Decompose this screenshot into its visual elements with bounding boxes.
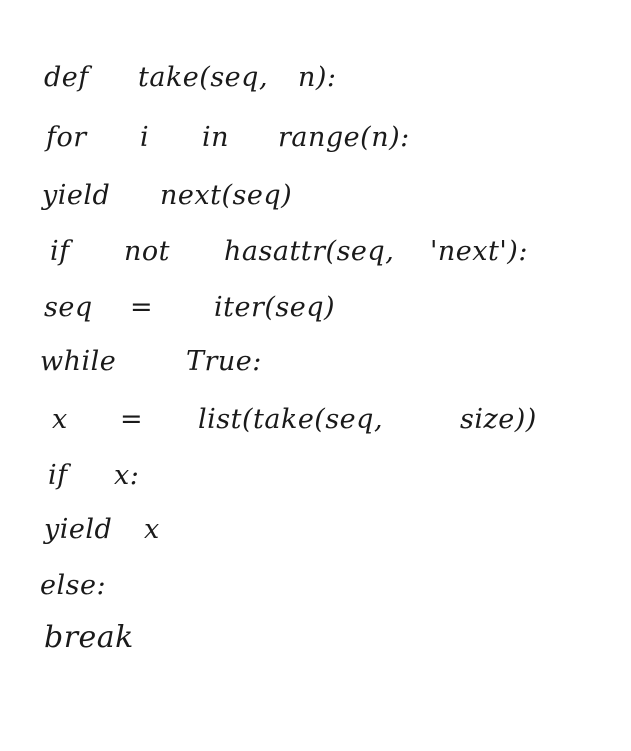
code-token: =: [120, 404, 144, 435]
handwritten-code-page: def take(seq, n): for i in range(n): yie…: [0, 0, 631, 751]
code-token: while: [40, 346, 117, 377]
code-line-4: if not hasattr(seq, 'next'):: [0, 232, 527, 272]
code-line-7: x = list(take(seq, size)): [0, 400, 536, 440]
code-line-2: for i in range(n):: [0, 118, 409, 158]
code-line-9: yield x: [0, 510, 159, 550]
code-token: range(n):: [278, 122, 410, 153]
code-line-5: seq = iter(seq): [0, 288, 335, 328]
code-token: not: [124, 236, 170, 267]
code-token: if: [48, 460, 68, 491]
code-line-8: if x:: [0, 456, 139, 496]
code-token: yield: [44, 514, 113, 545]
code-token: size)): [460, 404, 537, 435]
code-token: seq: [44, 292, 93, 323]
code-token: for: [46, 122, 87, 153]
code-token: i: [140, 122, 150, 153]
code-token: n):: [298, 62, 337, 93]
code-token: next(seq): [160, 180, 293, 211]
code-token: if: [50, 236, 70, 267]
code-token: take(seq,: [138, 62, 269, 93]
code-token: iter(seq): [214, 292, 336, 323]
code-token: def: [44, 62, 89, 93]
code-token: else:: [40, 570, 107, 601]
code-token: =: [130, 292, 154, 323]
code-token: True:: [186, 346, 262, 377]
code-token: x: [52, 404, 68, 435]
code-line-3: yield next(seq): [0, 176, 292, 216]
code-token: x: [144, 514, 160, 545]
code-token: in: [202, 122, 230, 153]
code-line-11: break: [0, 618, 133, 658]
code-line-6: while True:: [0, 342, 261, 382]
code-token: x:: [114, 460, 140, 491]
code-token: break: [44, 620, 134, 655]
code-line-1: def take(seq, n):: [0, 58, 336, 98]
code-token: list(take(seq,: [198, 404, 384, 435]
code-line-10: else:: [0, 566, 106, 606]
code-token: hasattr(seq,: [224, 236, 395, 267]
code-token: yield: [42, 180, 111, 211]
code-token: 'next'):: [430, 236, 528, 267]
